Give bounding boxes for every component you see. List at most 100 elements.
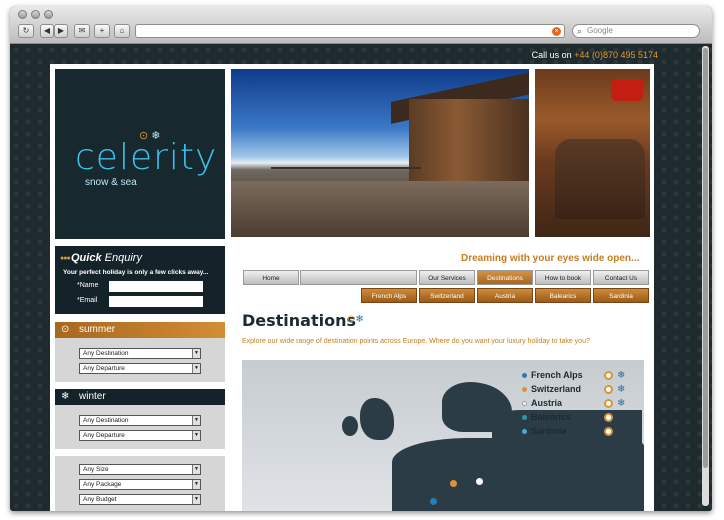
minimize-window-button[interactable] — [31, 10, 40, 19]
chalet-interior-photo — [535, 69, 650, 237]
summer-destination-select[interactable]: Any Destination ▼ — [79, 348, 201, 359]
enquiry-title: Quick Enquiry — [71, 252, 142, 264]
package-select[interactable]: Any Package ▼ — [79, 479, 201, 490]
summer-departure-select[interactable]: Any Departure ▼ — [79, 363, 201, 374]
legend-label: Switzerland — [531, 384, 582, 394]
back-button[interactable]: ◀ — [40, 24, 54, 38]
snowflake-icon: ❄ — [61, 391, 70, 402]
legend-item-balearics[interactable]: Balearics — [522, 412, 571, 422]
forward-button[interactable]: ▶ — [54, 24, 68, 38]
reload-button[interactable]: ↻ — [18, 24, 34, 38]
summer-departure-value: Any Departure — [83, 365, 125, 372]
brand-tagline: snow & sea — [85, 177, 137, 188]
summer-ring-icon — [604, 427, 613, 436]
map-marker-french-alps[interactable] — [430, 498, 437, 505]
mail-button[interactable]: ✉ — [74, 24, 90, 38]
legend-item-french-alps[interactable]: French Alps — [522, 370, 583, 380]
nav-tab-contact-us[interactable]: Contact Us — [593, 270, 649, 285]
close-window-button[interactable] — [18, 10, 27, 19]
enquiry-dots-icon: ●●● — [60, 255, 71, 262]
email-label: *Email — [77, 297, 98, 304]
winter-destination-value: Any Destination — [83, 417, 129, 424]
new-tab-button[interactable]: + — [94, 24, 110, 38]
brand-logo[interactable]: ⊙ ❄ celerity snow & sea — [55, 69, 225, 239]
chevron-down-icon: ▼ — [192, 349, 200, 358]
map-land-uk — [360, 398, 394, 440]
winter-departure-value: Any Departure — [83, 432, 125, 439]
dest-tab-balearics[interactable]: Balearics — [535, 288, 591, 303]
winter-departure-select[interactable]: Any Departure ▼ — [79, 430, 201, 441]
enquiry-title-bold: Quick — [71, 252, 102, 264]
chevron-down-icon: ▼ — [192, 495, 200, 504]
page-scrollbar[interactable] — [702, 46, 709, 506]
page-title: Destinations — [242, 311, 357, 330]
summer-ring-icon — [604, 399, 613, 408]
slogan: Dreaming with your eyes wide open... — [461, 253, 640, 264]
chevron-down-icon: ▼ — [192, 364, 200, 373]
legend-dot — [522, 401, 527, 407]
summer-ring-icon — [604, 385, 613, 394]
scrollbar-thumb[interactable] — [703, 48, 708, 468]
leather-armchair — [555, 139, 645, 219]
nav-tab-how-to-book[interactable]: How to book — [535, 270, 591, 285]
nav-tab-destinations[interactable]: Destinations — [477, 270, 533, 285]
page-viewport: Call us on +44 (0)870 495 5174 ⊙ ❄ celer… — [10, 44, 712, 511]
intro-text: Explore our wide range of destination po… — [242, 338, 590, 345]
legend-label: Sardinia — [531, 426, 567, 436]
name-label: *Name — [77, 282, 99, 289]
winter-label: winter — [79, 391, 106, 402]
winter-panel: Any Destination ▼ Any Departure ▼ — [55, 405, 225, 449]
summer-ring-icon — [604, 413, 613, 422]
filters-panel: Any Size ▼ Any Package ▼ Any Budget ▼ — [55, 456, 225, 511]
legend-item-sardinia[interactable]: Sardinia — [522, 426, 567, 436]
chevron-down-icon: ▼ — [192, 480, 200, 489]
phone-number[interactable]: +44 (0)870 495 5174 — [574, 50, 658, 60]
map-marker-switzerland[interactable] — [450, 480, 457, 487]
nav-tab-home[interactable]: Home — [243, 270, 299, 285]
dest-tab-sardinia[interactable]: Sardinia — [593, 288, 649, 303]
size-select[interactable]: Any Size ▼ — [79, 464, 201, 475]
search-input[interactable]: ⌕ Google — [572, 24, 700, 38]
stop-icon[interactable]: × — [552, 27, 561, 36]
sun-icon: ⊙ — [61, 324, 70, 335]
europe-map[interactable]: French Alps Switzerland Austria Balearic… — [242, 360, 644, 511]
dest-tab-austria[interactable]: Austria — [477, 288, 533, 303]
home-button[interactable]: ⌂ — [114, 24, 130, 38]
zoom-window-button[interactable] — [44, 10, 53, 19]
legend-item-switzerland[interactable]: Switzerland — [522, 384, 581, 394]
legend-item-austria[interactable]: Austria — [522, 398, 562, 408]
call-us-banner: Call us on +44 (0)870 495 5174 — [532, 50, 658, 60]
snowflake-icon: ❄ — [617, 384, 626, 395]
budget-select[interactable]: Any Budget ▼ — [79, 494, 201, 505]
email-field[interactable] — [109, 296, 203, 307]
legend-dot — [522, 415, 527, 421]
legend-label: Austria — [531, 398, 563, 408]
browser-window: ↻ ◀ ▶ ✉ + ⌂ × ⌕ Google Call us on +44 (0… — [10, 6, 712, 511]
chevron-down-icon: ▼ — [192, 416, 200, 425]
legend-label: French Alps — [531, 370, 583, 380]
call-us-label: Call us on — [531, 50, 572, 60]
legend-dot — [522, 373, 527, 379]
browser-toolbar: ↻ ◀ ▶ ✉ + ⌂ × ⌕ Google — [10, 6, 712, 44]
dest-tab-switzerland[interactable]: Switzerland — [419, 288, 475, 303]
legend-dot — [522, 387, 527, 393]
legend-label: Balearics — [531, 412, 572, 422]
winter-header[interactable]: ❄ winter — [55, 389, 225, 405]
nav-tab-our-services[interactable]: Our Services — [419, 270, 475, 285]
nav-tab-blank[interactable] — [300, 270, 417, 285]
title-marks: ⊙❄ — [347, 314, 364, 325]
brand-name: celerity — [75, 137, 218, 178]
map-marker-austria[interactable] — [476, 478, 483, 485]
enquiry-tagline: Your perfect holiday is only a few click… — [63, 269, 209, 276]
terrace-deck — [231, 181, 529, 237]
summer-ring-icon — [604, 371, 613, 380]
name-field[interactable] — [109, 281, 203, 292]
summer-header[interactable]: ⊙ summer — [55, 322, 225, 338]
search-placeholder: Google — [587, 26, 613, 35]
dest-tab-french-alps[interactable]: French Alps — [361, 288, 417, 303]
lamp-shade — [611, 79, 643, 101]
window-controls — [18, 10, 53, 19]
winter-destination-select[interactable]: Any Destination ▼ — [79, 415, 201, 426]
address-bar[interactable]: × — [135, 24, 565, 38]
quick-enquiry-box: ●●● Quick Enquiry Your perfect holiday i… — [55, 246, 225, 314]
